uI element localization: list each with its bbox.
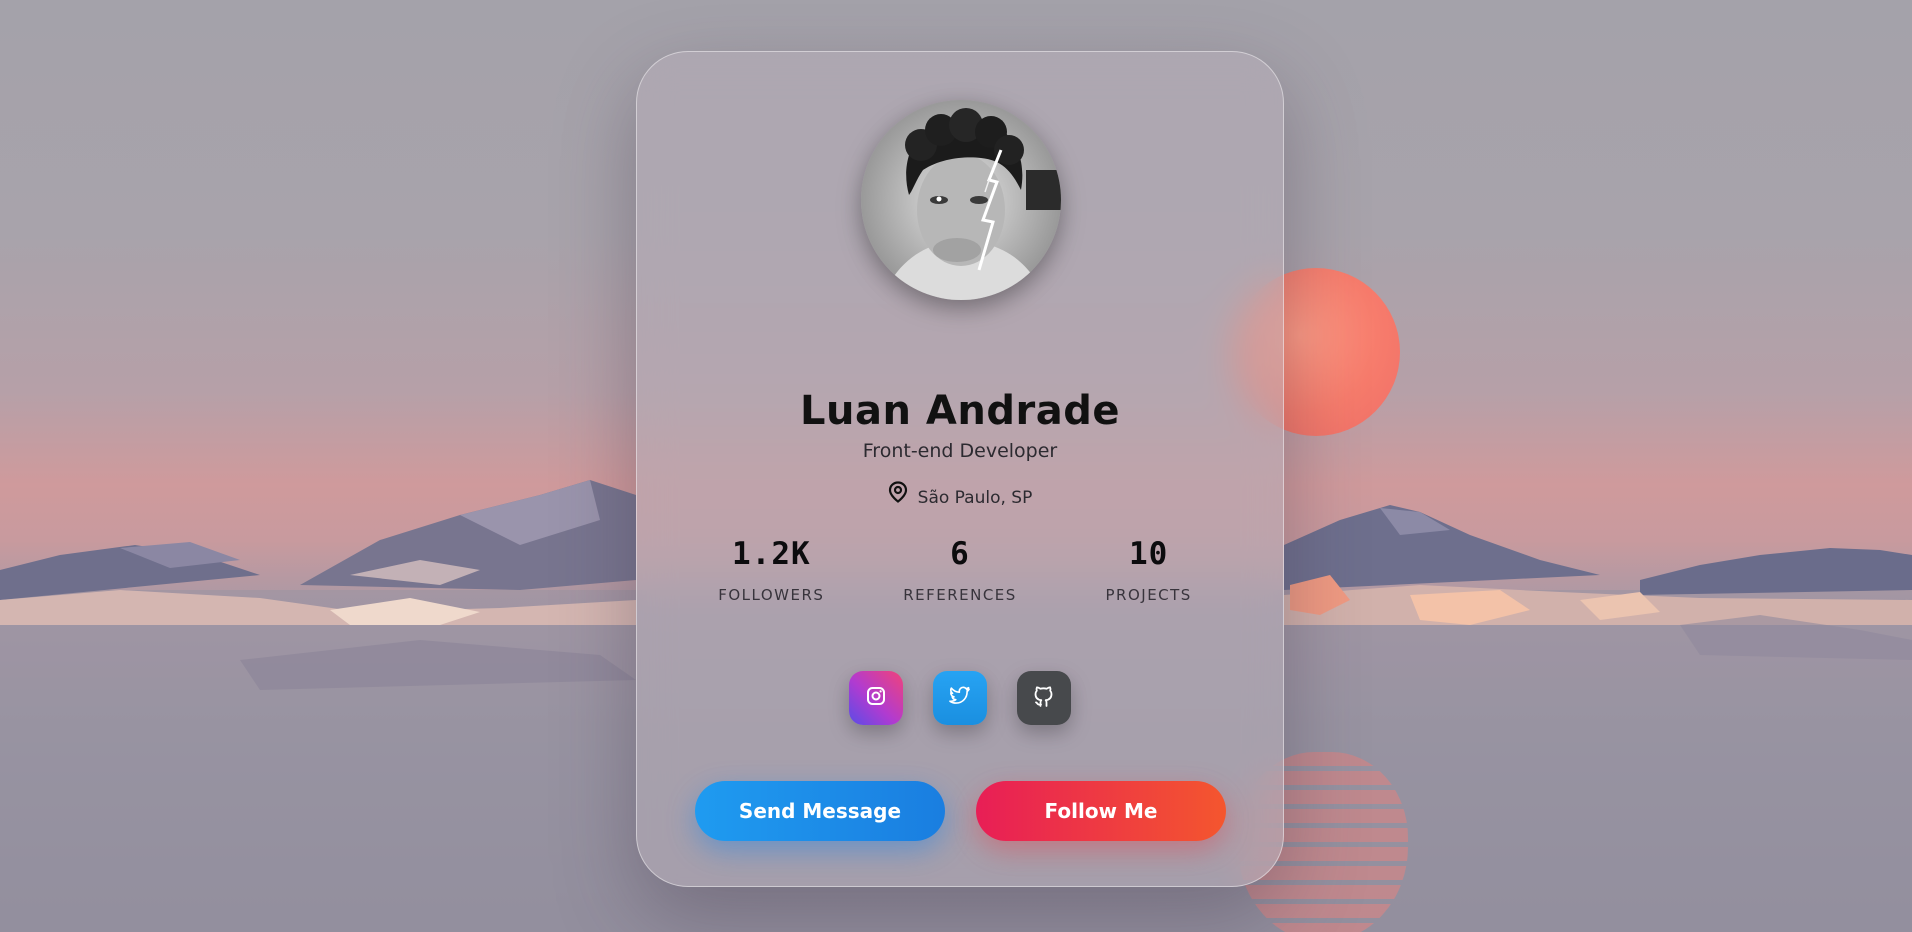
- instagram-button[interactable]: [849, 671, 903, 725]
- stat-label: FOLLOWERS: [718, 586, 825, 604]
- location-pin-icon: [888, 468, 908, 528]
- stat-value: 10: [1129, 536, 1169, 572]
- stat-value: 6: [950, 536, 970, 572]
- stats-row: 1.2K FOLLOWERS 6 REFERENCES 10 PROJECTS: [677, 536, 1243, 604]
- follow-button[interactable]: Follow Me: [976, 781, 1226, 841]
- avatar: [861, 100, 1061, 300]
- twitter-button[interactable]: [933, 671, 987, 725]
- social-links: [637, 671, 1283, 725]
- profile-location: São Paulo, SP: [637, 468, 1283, 528]
- stat-label: REFERENCES: [903, 586, 1017, 604]
- send-message-button[interactable]: Send Message: [695, 781, 945, 841]
- stat-references: 6 REFERENCES: [866, 536, 1055, 604]
- instagram-icon: [866, 686, 886, 710]
- profile-card: Luan Andrade Front-end Developer São Pau…: [636, 51, 1284, 887]
- github-icon: [1034, 685, 1054, 711]
- avatar-photo: [861, 100, 1061, 300]
- stat-value: 1.2K: [732, 536, 811, 572]
- stat-followers: 1.2K FOLLOWERS: [677, 536, 866, 604]
- location-text: São Paulo, SP: [917, 488, 1033, 508]
- stat-projects: 10 PROJECTS: [1054, 536, 1243, 604]
- github-button[interactable]: [1017, 671, 1071, 725]
- twitter-icon: [949, 686, 971, 710]
- stat-label: PROJECTS: [1105, 586, 1192, 604]
